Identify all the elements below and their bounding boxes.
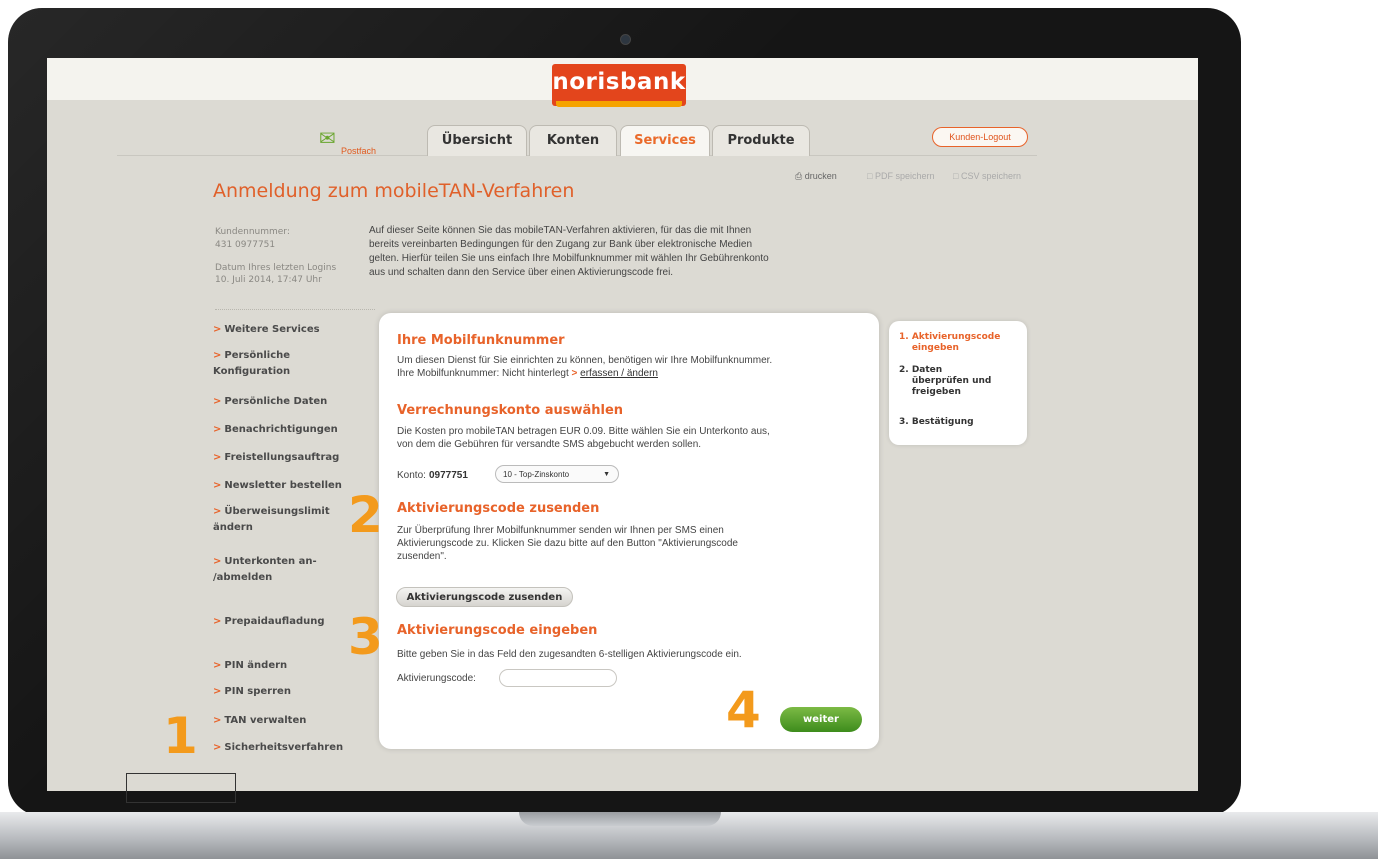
chevron-down-icon: ▼: [603, 471, 610, 478]
mobile-section-title: Ihre Mobilfunknummer: [397, 333, 565, 348]
intro-line: gelten. Hierfür teilen Sie uns einfach I…: [369, 253, 769, 264]
csv-icon: □: [953, 171, 959, 181]
send-section-title: Aktivierungscode zusenden: [397, 501, 600, 516]
postfach-link[interactable]: ✉ Postfach: [309, 126, 376, 160]
sidebar-divider: [215, 309, 375, 310]
sidebar-item-pin-aendern[interactable]: > PIN ändern: [213, 658, 287, 674]
edit-mobile-link[interactable]: erfassen / ändern: [580, 368, 658, 379]
sidebar-item-unterkonten[interactable]: > Unterkonten an- /abmelden: [213, 554, 325, 586]
konto-number: 0977751: [429, 470, 468, 481]
sidebar-item-persoenliche-konfiguration[interactable]: > Persönliche Konfiguration: [213, 348, 328, 380]
intro-text: Auf dieser Seite können Sie das mobileTA…: [369, 224, 909, 280]
konto-label: Konto:: [397, 470, 426, 481]
mobile-status: Ihre Mobilfunknummer: Nicht hinterlegt: [397, 368, 569, 379]
account-section-title: Verrechnungskonto auswählen: [397, 403, 624, 418]
step-3: 3. Bestätigung: [899, 417, 974, 427]
sidebar-item-newsletter[interactable]: > Newsletter bestellen: [213, 478, 342, 494]
intro-line: Auf dieser Seite können Sie das mobileTA…: [369, 225, 752, 236]
sidebar-item-sicherheitsverfahren[interactable]: > Sicherheitsverfahren: [213, 740, 343, 756]
sidebar-item-tan-verwalten[interactable]: > TAN verwalten: [213, 713, 306, 729]
logout-button[interactable]: Kunden-Logout: [932, 127, 1028, 147]
csv-label: CSV speichern: [960, 171, 1021, 181]
sidebar-item-ueberweisungslimit[interactable]: > Überweisungslimit ändern: [213, 504, 331, 536]
csv-link[interactable]: □ CSV speichern: [953, 171, 1021, 181]
callout-3: 3: [348, 608, 383, 666]
postfach-label: Postfach: [341, 146, 377, 156]
send-code-button[interactable]: Aktivierungscode zusenden: [396, 587, 573, 607]
camera-icon: [620, 34, 631, 45]
logo-underline: [556, 101, 682, 107]
activation-code-input[interactable]: [499, 669, 617, 687]
print-label: drucken: [804, 171, 837, 181]
customer-number-label: Kundennummer:: [215, 227, 290, 237]
step-2: 2. Daten überprüfen und freigeben: [899, 365, 992, 397]
last-login-label: Datum Ihres letzten Logins: [215, 263, 337, 273]
step-1: 1. Aktivierungscode eingeben: [899, 332, 1001, 353]
subaccount-select-value: 10 - Top-Zinskonto: [503, 470, 570, 479]
sidebar-item-benachrichtigungen[interactable]: > Benachrichtigungen: [213, 422, 338, 438]
enter-section-text: Bitte geben Sie in das Feld den zugesand…: [397, 649, 742, 660]
code-label: Aktivierungscode:: [397, 673, 476, 684]
envelope-icon: ✉: [319, 128, 336, 150]
enter-section-title: Aktivierungscode eingeben: [397, 623, 598, 638]
sidebar-item-pin-sperren[interactable]: > PIN sperren: [213, 684, 291, 700]
sidebar-item-freistellungsauftrag[interactable]: > Freistellungsauftrag: [213, 450, 339, 466]
pdf-link[interactable]: □ PDF speichern: [867, 171, 934, 181]
callout-1: 1: [163, 707, 198, 765]
mobile-section-text: Um diesen Dienst für Sie einrichten zu k…: [397, 355, 773, 379]
print-link[interactable]: ⎙ drucken: [795, 171, 837, 182]
account-section-text: Die Kosten pro mobileTAN betragen EUR 0.…: [397, 426, 770, 450]
callout-4: 4: [726, 681, 761, 739]
tab-produkte[interactable]: Produkte: [712, 125, 810, 156]
subaccount-select[interactable]: 10 - Top-Zinskonto ▼: [495, 465, 619, 483]
send-section-text: Zur Überprüfung Ihrer Mobilfunknummer se…: [397, 525, 738, 562]
printer-icon: ⎙: [795, 171, 803, 181]
sidebar-item-weitere-services[interactable]: > Weitere Services: [213, 322, 320, 338]
tab-uebersicht[interactable]: Übersicht: [427, 125, 527, 156]
page-title: Anmeldung zum mobileTAN-Verfahren: [213, 180, 575, 202]
customer-number: 431 0977751: [215, 240, 276, 250]
callout-2: 2: [348, 486, 383, 544]
pdf-label: PDF speichern: [874, 171, 935, 181]
sidebar-item-persoenliche-daten[interactable]: > Persönliche Daten: [213, 394, 327, 410]
norisbank-logo[interactable]: norisbank: [552, 64, 686, 106]
tab-services[interactable]: Services: [620, 125, 710, 156]
tab-konten[interactable]: Konten: [529, 125, 617, 156]
intro-line: bereits vereinbarten Bedingungen für den…: [369, 239, 753, 250]
intro-line: aus und schalten dann den Service über e…: [369, 267, 674, 278]
last-login: 10. Juli 2014, 17:47 Uhr: [215, 275, 322, 285]
screen: norisbank ✉ Postfach Übersicht Konten Se…: [47, 58, 1198, 791]
laptop-notch: [519, 812, 721, 826]
empty-frame: [126, 773, 236, 803]
sidebar-item-prepaidaufladung[interactable]: > Prepaidaufladung: [213, 614, 325, 630]
pdf-icon: □: [867, 171, 873, 181]
weiter-button[interactable]: weiter: [780, 707, 862, 732]
